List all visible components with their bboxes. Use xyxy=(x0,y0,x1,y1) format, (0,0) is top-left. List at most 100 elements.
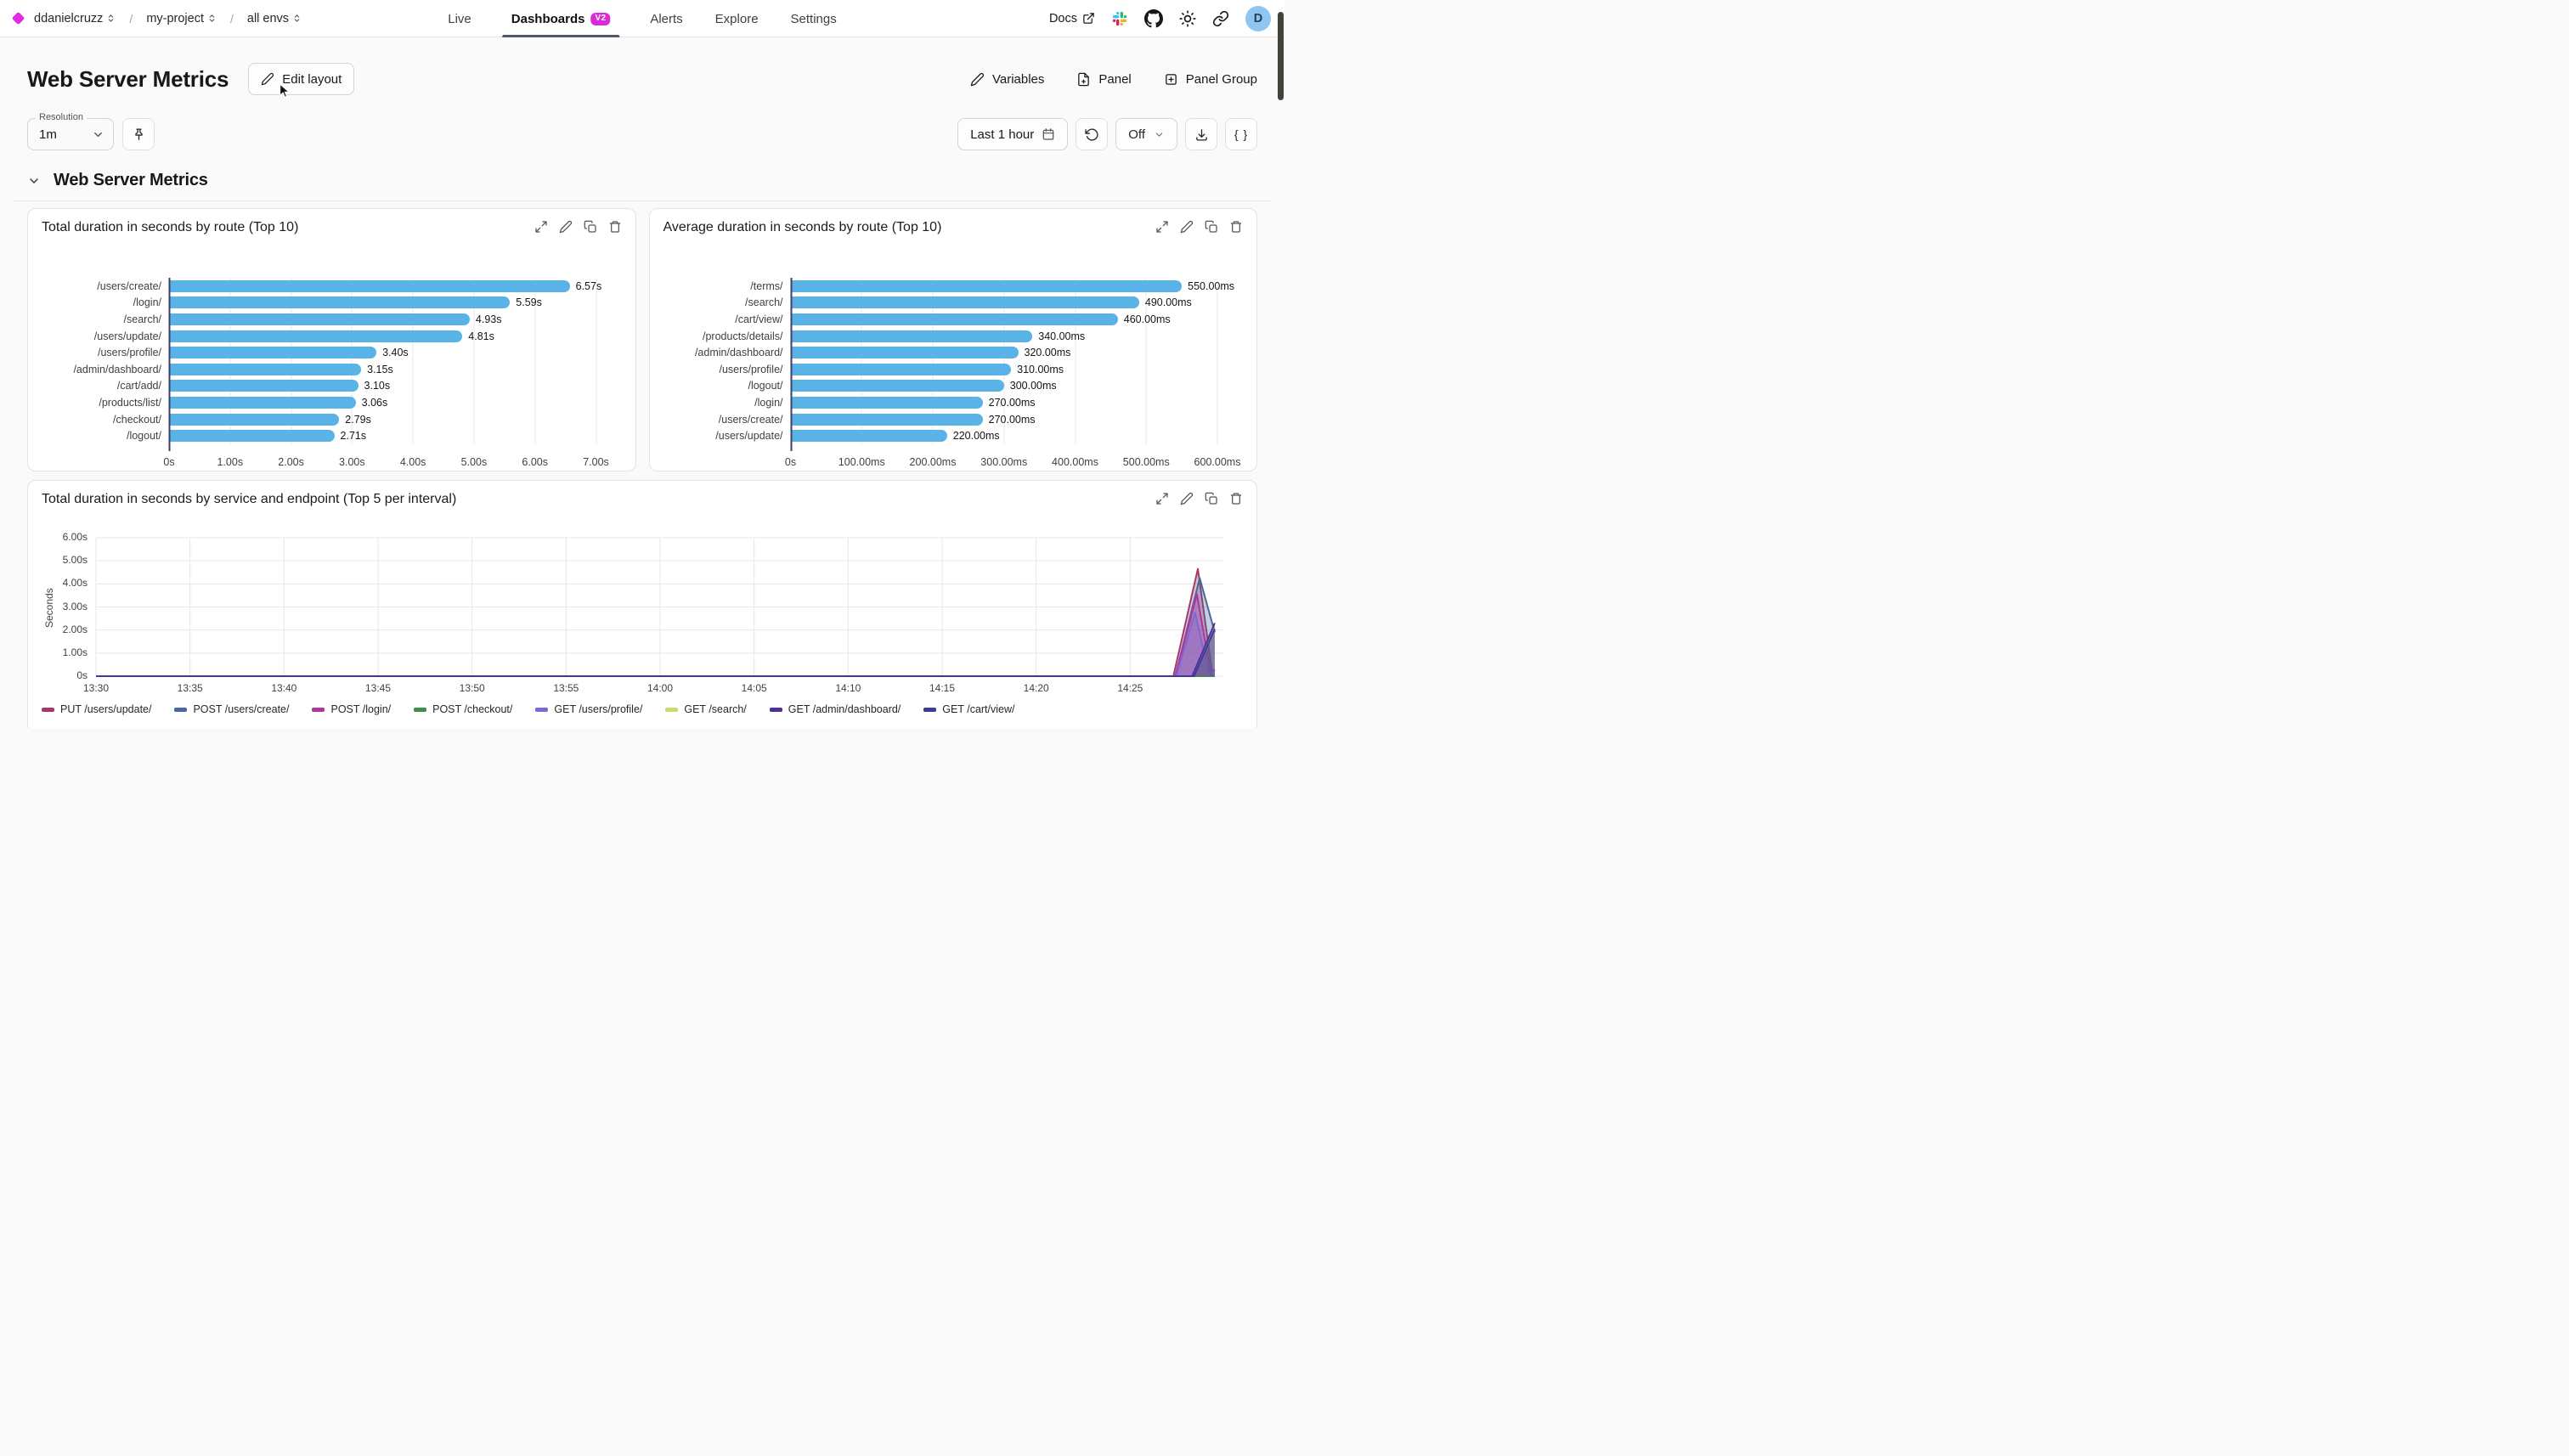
panels-grid: Total duration in seconds by route (Top … xyxy=(27,208,1257,471)
bar-category-label: /users/update/ xyxy=(94,330,161,342)
expand-icon[interactable] xyxy=(1155,492,1169,505)
title-actions: Variables Panel Panel Group xyxy=(970,72,1257,87)
slack-button[interactable] xyxy=(1111,10,1128,27)
bar-row: /users/update/220.00ms xyxy=(791,427,1218,444)
x-axis-tick: 100.00ms xyxy=(838,456,885,468)
bar xyxy=(791,280,1183,292)
refresh-button[interactable] xyxy=(1076,118,1108,150)
breadcrumb-project[interactable]: my-project xyxy=(146,12,217,25)
edit-icon[interactable] xyxy=(1180,220,1194,234)
add-panel-group-button[interactable]: Panel Group xyxy=(1164,72,1257,87)
bar-value-label: 320.00ms xyxy=(1025,347,1071,358)
bar-category-label: /users/create/ xyxy=(97,280,161,292)
bar-row: /terms/550.00ms xyxy=(791,278,1218,295)
curly-braces-label: { } xyxy=(1234,127,1248,141)
legend-item[interactable]: GET /search/ xyxy=(665,703,746,715)
duplicate-icon[interactable] xyxy=(584,220,597,234)
duplicate-icon[interactable] xyxy=(1205,492,1218,505)
page-title: Web Server Metrics xyxy=(27,66,229,93)
bar-value-label: 220.00ms xyxy=(953,430,1000,442)
nav-dashboards[interactable]: Dashboards v2 xyxy=(502,0,620,37)
legend-item[interactable]: GET /cart/view/ xyxy=(923,703,1014,715)
x-axis-tick: 13:45 xyxy=(365,682,391,694)
docs-label: Docs xyxy=(1049,12,1077,25)
bar-category-label: /cart/add/ xyxy=(117,380,161,392)
legend-item[interactable]: POST /users/create/ xyxy=(174,703,289,715)
variables-label: Variables xyxy=(992,72,1044,87)
delete-icon[interactable] xyxy=(608,220,622,234)
add-panel-button[interactable]: Panel xyxy=(1076,72,1131,87)
legend-item[interactable]: POST /checkout/ xyxy=(414,703,512,715)
expand-icon[interactable] xyxy=(534,220,548,234)
bar-value-label: 270.00ms xyxy=(989,414,1036,426)
edit-icon[interactable] xyxy=(559,220,573,234)
legend-label: GET /search/ xyxy=(684,703,746,715)
vertical-scrollbar[interactable] xyxy=(1278,12,1284,100)
expand-icon[interactable] xyxy=(1155,220,1169,234)
pin-resolution-button[interactable] xyxy=(122,118,155,150)
y-axis-tick: 5.00s xyxy=(63,554,88,566)
x-axis: 0s1.00s2.00s3.00s4.00s5.00s6.00s7.00s xyxy=(169,449,596,471)
panel-total-duration-by-route: Total duration in seconds by route (Top … xyxy=(27,208,636,471)
delete-icon[interactable] xyxy=(1229,492,1243,505)
bar-row: /users/profile/310.00ms xyxy=(791,361,1218,378)
legend-item[interactable]: POST /login/ xyxy=(312,703,391,715)
bar-row: /search/4.93s xyxy=(169,311,596,328)
duplicate-icon[interactable] xyxy=(1205,220,1218,234)
copy-link-button[interactable] xyxy=(1212,10,1229,27)
bar-rows: /users/create/6.57s/login/5.59s/search/4… xyxy=(169,278,596,444)
bar-axis-line xyxy=(790,278,792,451)
y-axis-tick: 1.00s xyxy=(63,646,88,658)
x-axis-tick: 13:50 xyxy=(460,682,485,694)
theme-toggle-button[interactable] xyxy=(1179,10,1196,27)
auto-refresh-value: Off xyxy=(1128,127,1145,142)
x-axis: 0s100.00ms200.00ms300.00ms400.00ms500.00… xyxy=(791,449,1218,471)
bar-row: /login/270.00ms xyxy=(791,394,1218,411)
edit-icon[interactable] xyxy=(1180,492,1194,505)
x-axis-tick: 300.00ms xyxy=(980,456,1027,468)
edit-layout-button[interactable]: Edit layout xyxy=(248,63,354,95)
x-axis-tick: 14:20 xyxy=(1024,682,1049,694)
x-axis-tick: 13:55 xyxy=(553,682,579,694)
legend-swatch xyxy=(312,708,325,712)
github-button[interactable] xyxy=(1144,9,1163,28)
slack-icon xyxy=(1111,10,1128,27)
bar-category-label: /admin/dashboard/ xyxy=(73,364,161,375)
nav-settings[interactable]: Settings xyxy=(789,0,838,37)
y-axis-tick: 0s xyxy=(76,669,88,681)
variables-button[interactable]: Variables xyxy=(970,72,1044,87)
chevron-down-icon[interactable] xyxy=(27,174,41,188)
bar-category-label: /login/ xyxy=(133,296,161,308)
panel-title: Total duration in seconds by service and… xyxy=(42,492,456,507)
legend-label: POST /checkout/ xyxy=(432,703,512,715)
bar-value-label: 310.00ms xyxy=(1017,364,1064,375)
bar-row: /users/create/270.00ms xyxy=(791,411,1218,428)
bar-category-label: /products/details/ xyxy=(703,330,783,342)
bar xyxy=(791,414,983,426)
bar-row: /users/profile/3.40s xyxy=(169,344,596,361)
code-view-button[interactable]: { } xyxy=(1225,118,1257,150)
breadcrumb-org[interactable]: ddanielcruzz xyxy=(34,12,116,25)
user-avatar[interactable]: D xyxy=(1245,6,1271,31)
legend-swatch xyxy=(770,708,782,712)
x-axis-tick: 200.00ms xyxy=(910,456,957,468)
legend-item[interactable]: GET /users/profile/ xyxy=(535,703,642,715)
auto-refresh-select[interactable]: Off xyxy=(1115,118,1177,150)
download-button[interactable] xyxy=(1185,118,1217,150)
x-axis-ticks: 13:3013:3513:4013:4513:5013:5514:0014:05… xyxy=(96,676,1224,697)
nav-explore[interactable]: Explore xyxy=(714,0,760,37)
bar xyxy=(169,380,359,392)
nav-alerts[interactable]: Alerts xyxy=(648,0,684,37)
x-axis-tick: 600.00ms xyxy=(1194,456,1241,468)
legend-item[interactable]: GET /admin/dashboard/ xyxy=(770,703,901,715)
bar-chart-average-duration: /terms/550.00ms/search/490.00ms/cart/vie… xyxy=(663,278,1244,471)
legend-item[interactable]: PUT /users/update/ xyxy=(42,703,151,715)
pin-icon xyxy=(132,127,146,142)
docs-link[interactable]: Docs xyxy=(1049,12,1095,25)
nav-live[interactable]: Live xyxy=(446,0,473,37)
breadcrumb-env[interactable]: all envs xyxy=(247,12,302,25)
delete-icon[interactable] xyxy=(1229,220,1243,234)
time-range-button[interactable]: Last 1 hour xyxy=(957,118,1068,150)
bar-category-label: /logout/ xyxy=(748,380,782,392)
resolution-select[interactable]: Resolution 1m xyxy=(27,118,114,150)
